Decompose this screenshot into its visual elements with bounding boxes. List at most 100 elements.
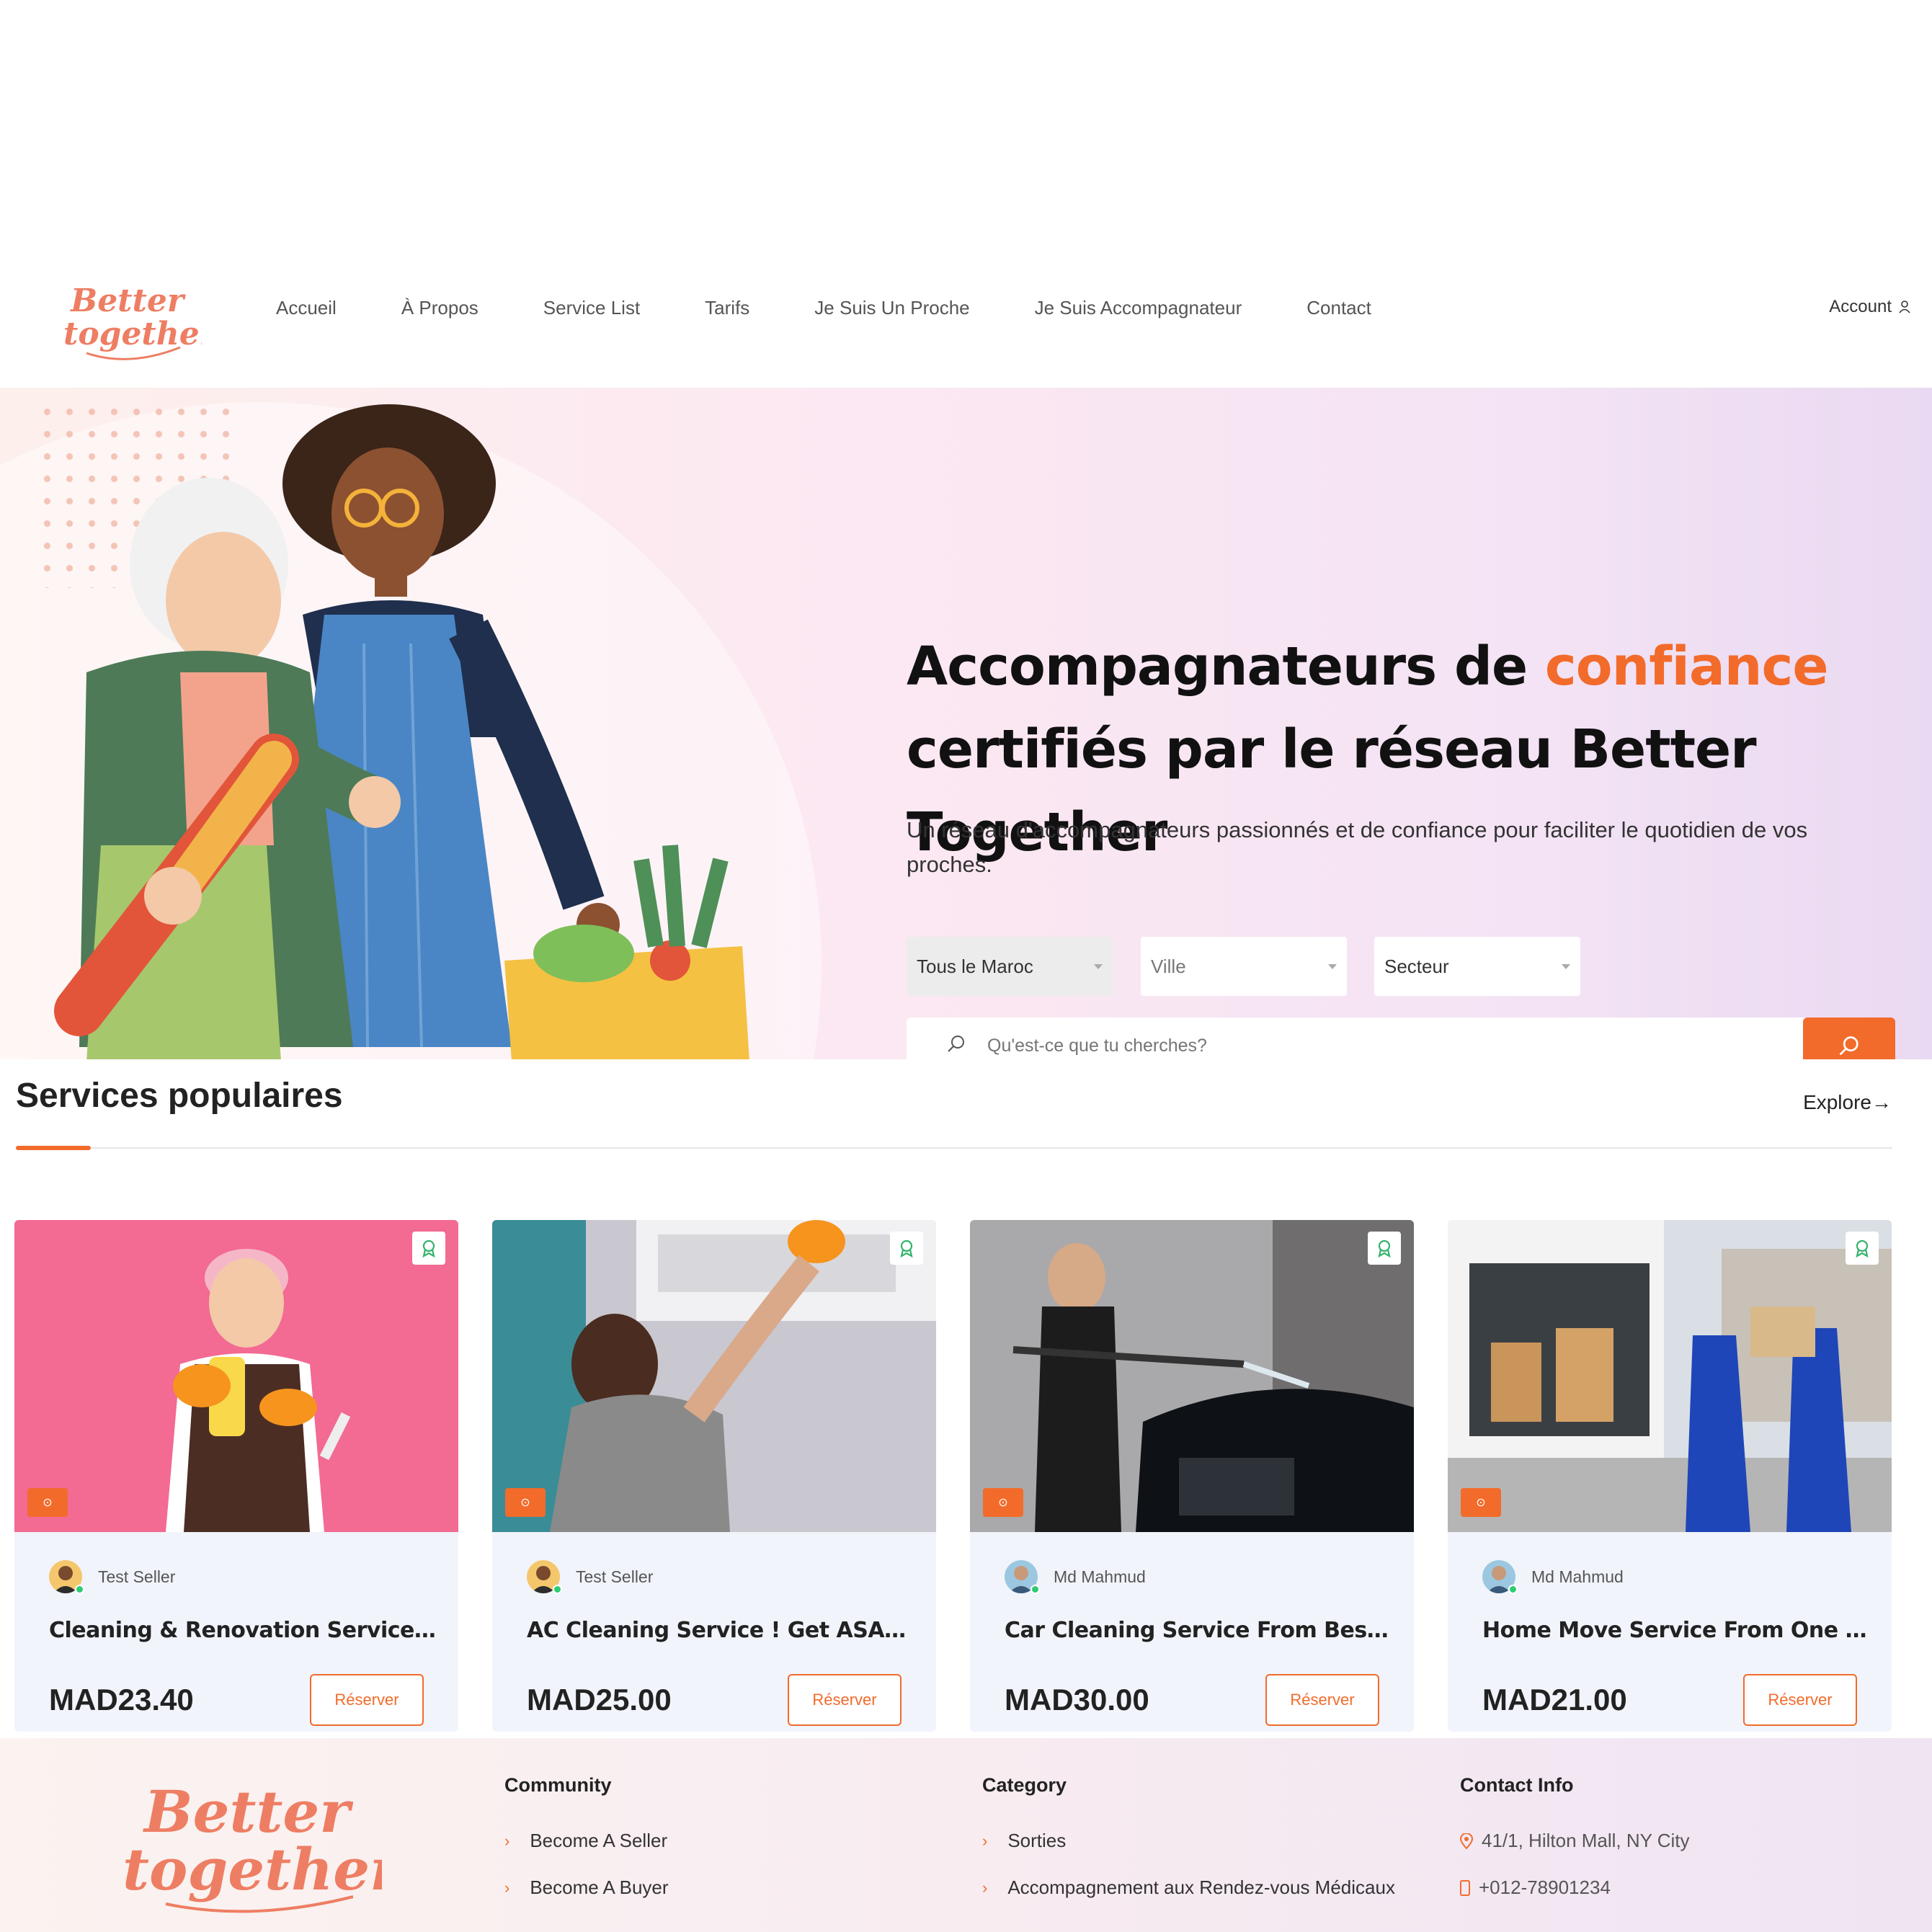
main-nav: Accueil À Propos Service List Tarifs Je … (276, 297, 1436, 319)
search-icon (948, 1036, 964, 1052)
award-icon (900, 1239, 913, 1257)
footer-link-label: Become A Buyer (530, 1877, 669, 1898)
footer-community: Community › Become A Seller › Become A Buy… (504, 1774, 669, 1923)
online-indicator (1508, 1585, 1518, 1594)
site-header: Better together Accueil À Propos Service… (0, 245, 1932, 389)
service-image[interactable]: ⊙ (1448, 1220, 1892, 1532)
phone-icon (1460, 1879, 1470, 1896)
explore-label: Explore (1803, 1091, 1871, 1113)
footer-category: Category › Sorties › Accompagnement aux Re… (982, 1774, 1395, 1923)
favorite-button[interactable] (1846, 1232, 1879, 1265)
online-indicator (553, 1585, 562, 1594)
hero-title-accent: confiance (1544, 636, 1829, 698)
service-price: MAD21.00 (1482, 1683, 1627, 1717)
hero-title-part1: Accompagnateurs de (907, 636, 1545, 698)
nav-je-suis-accompagnateur[interactable]: Je Suis Accompagnateur (1035, 297, 1242, 319)
chevron-right-icon: › (504, 1831, 510, 1850)
location-icon: ⊙ (43, 1497, 53, 1509)
service-card[interactable]: ⊙ Md Mahmud Home Move Service From One C… (1448, 1220, 1892, 1732)
favorite-button[interactable] (412, 1232, 445, 1265)
service-title[interactable]: Home Move Service From One City... (1482, 1618, 1871, 1643)
explore-link[interactable]: Explore→ (1803, 1091, 1892, 1114)
online-indicator (1030, 1585, 1040, 1594)
location-badge: ⊙ (505, 1488, 546, 1517)
account-label: Account (1829, 297, 1892, 316)
reserve-button[interactable]: Réserver (788, 1674, 902, 1726)
service-card[interactable]: ⊙ Md Mahmud Car Cleaning Service From Be… (970, 1220, 1414, 1732)
svg-text:Better: Better (69, 282, 186, 319)
region-select[interactable]: Tous le Maroc (907, 937, 1113, 996)
location-badge: ⊙ (1461, 1488, 1501, 1517)
map-pin-icon (1460, 1833, 1473, 1849)
arrow-right-icon: → (1871, 1091, 1892, 1113)
seller-info[interactable]: Test Seller (527, 1560, 654, 1594)
service-price: MAD30.00 (1005, 1683, 1149, 1717)
footer-contact-title: Contact Info (1460, 1774, 1574, 1796)
footer-link-become-seller[interactable]: › Become A Seller (504, 1830, 669, 1852)
svg-text:together: together (63, 316, 202, 352)
reserve-button[interactable]: Réserver (310, 1674, 424, 1726)
online-indicator (75, 1585, 84, 1594)
region-select-value: Tous le Maroc (917, 955, 1033, 977)
award-icon (1378, 1239, 1391, 1257)
service-price: MAD23.40 (49, 1683, 194, 1717)
footer-link-become-buyer[interactable]: › Become A Buyer (504, 1877, 669, 1899)
seller-info[interactable]: Md Mahmud (1482, 1560, 1624, 1594)
seller-info[interactable]: Test Seller (49, 1560, 176, 1594)
service-title[interactable]: AC Cleaning Service ! Get ASAP An... (527, 1618, 916, 1643)
location-icon: ⊙ (520, 1497, 530, 1509)
chevron-down-icon (1328, 963, 1337, 969)
footer-link-medical[interactable]: › Accompagnement aux Rendez-vous Médicaux (982, 1877, 1395, 1899)
service-image[interactable]: ⊙ (492, 1220, 936, 1532)
footer-category-title: Category (982, 1774, 1067, 1796)
award-icon (422, 1239, 435, 1257)
footer-link-sorties[interactable]: › Sorties (982, 1830, 1395, 1852)
chevron-right-icon: › (982, 1878, 988, 1897)
service-title[interactable]: Car Cleaning Service From Best... (1005, 1618, 1394, 1643)
nav-tarifs[interactable]: Tarifs (705, 297, 749, 319)
service-card[interactable]: ⊙ Test Seller AC Cleaning Service ! Get … (492, 1220, 936, 1732)
nav-accueil[interactable]: Accueil (276, 297, 337, 319)
nav-service-list[interactable]: Service List (543, 297, 640, 319)
chevron-down-icon (1094, 963, 1103, 969)
favorite-button[interactable] (890, 1232, 923, 1265)
reserve-button[interactable]: Réserver (1743, 1674, 1857, 1726)
city-select[interactable]: Ville (1141, 937, 1347, 996)
favorite-button[interactable] (1368, 1232, 1401, 1265)
seller-info[interactable]: Md Mahmud (1005, 1560, 1146, 1594)
sector-select[interactable]: Secteur (1374, 937, 1580, 996)
seller-name: Test Seller (576, 1567, 654, 1586)
location-badge: ⊙ (27, 1488, 68, 1517)
service-card[interactable]: ⊙ Test Seller Cleaning & Renovation Serv… (14, 1220, 458, 1732)
hero-subtitle: Un réseau d'accompagnateurs passionnés e… (907, 817, 1808, 877)
seller-name: Md Mahmud (1531, 1567, 1624, 1586)
contact-phone[interactable]: +012-78901234 (1460, 1877, 1690, 1899)
brand-logo[interactable]: Better together (58, 267, 202, 368)
chevron-right-icon: › (982, 1831, 988, 1850)
search-button[interactable] (1803, 1018, 1895, 1059)
seller-name: Test Seller (98, 1567, 176, 1586)
footer-link-label: Sorties (1007, 1830, 1067, 1851)
hero-section: Accompagnateurs de confiance certifiés p… (0, 388, 1932, 1059)
search-icon (1839, 1036, 1858, 1056)
service-image[interactable]: ⊙ (970, 1220, 1414, 1532)
contact-phone-text: +012-78901234 (1479, 1877, 1611, 1898)
nav-contact[interactable]: Contact (1306, 297, 1371, 319)
account-link[interactable]: Account (1829, 297, 1910, 317)
contact-address: 41/1, Hilton Mall, NY City (1460, 1830, 1690, 1852)
page: Better together Accueil À Propos Service… (0, 0, 1932, 1932)
section-title: Services populaires (16, 1077, 343, 1115)
footer-contact: Contact Info 41/1, Hilton Mall, NY City … (1460, 1774, 1690, 1923)
search-input[interactable] (987, 1028, 1708, 1059)
service-title[interactable]: Cleaning & Renovation Service By... (49, 1618, 438, 1643)
award-icon (1856, 1239, 1869, 1257)
reserve-button[interactable]: Réserver (1265, 1674, 1379, 1726)
location-icon: ⊙ (1476, 1497, 1486, 1509)
footer-logo[interactable]: Better together (123, 1767, 382, 1918)
nav-a-propos[interactable]: À Propos (401, 297, 478, 319)
service-image[interactable]: ⊙ (14, 1220, 458, 1532)
nav-je-suis-un-proche[interactable]: Je Suis Un Proche (814, 297, 969, 319)
footer-community-title: Community (504, 1774, 612, 1796)
sector-select-value: Secteur (1384, 955, 1449, 977)
service-price: MAD25.00 (527, 1683, 672, 1717)
